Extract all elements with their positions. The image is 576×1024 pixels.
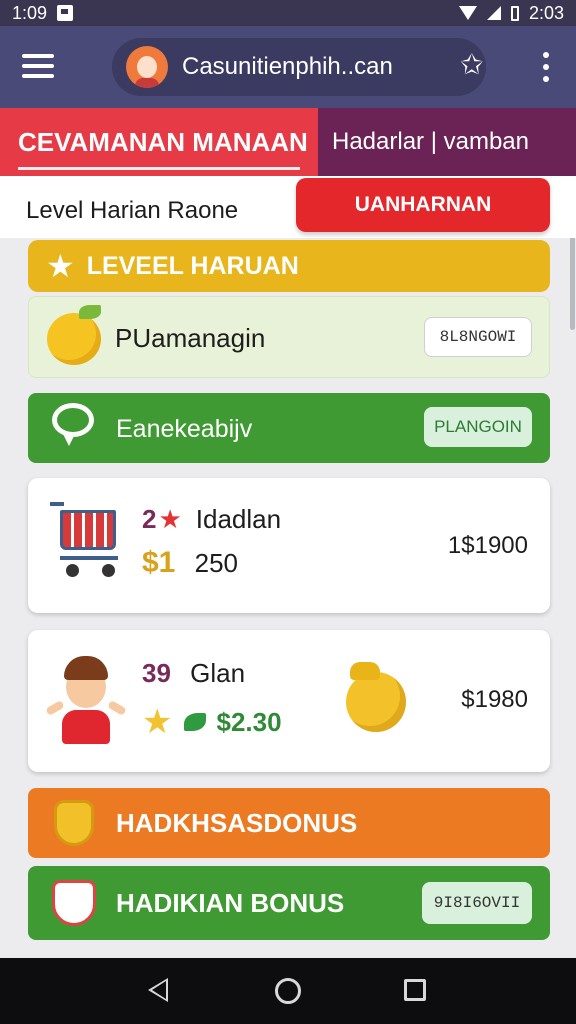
status-bar: 1:09 2:03 xyxy=(0,0,576,26)
app-bar: Casunitienphih..can ✩ xyxy=(0,26,576,108)
search-text: Casunitienphih..can xyxy=(182,53,393,80)
fruit-icon xyxy=(47,305,101,365)
yellow-star-icon: ★ xyxy=(142,703,173,741)
notification-icon xyxy=(57,5,74,21)
item-amount: $2.30 xyxy=(216,706,282,737)
red-star-icon: ★ xyxy=(158,504,182,534)
shield-icon xyxy=(54,800,94,846)
list-item[interactable]: Eanekeabijv PLANGOIN xyxy=(28,393,550,463)
leaf-icon xyxy=(184,713,207,731)
back-icon[interactable] xyxy=(148,978,168,1002)
search-bar[interactable]: Casunitienphih..can xyxy=(112,38,486,96)
chat-bubble-icon xyxy=(52,403,94,446)
bonus-label: HADKHSASDONUS xyxy=(116,808,358,838)
star-outline-icon[interactable]: ✩ xyxy=(460,48,483,81)
dollar-label: $1 xyxy=(142,546,176,579)
offer-card[interactable]: 2 ★ Idadlan $1 250 1$1900 xyxy=(28,478,550,613)
bonus-banner[interactable]: HADKHSASDONUS xyxy=(28,788,550,858)
list-item-label: Eanekeabijv xyxy=(116,415,253,443)
header-button[interactable]: UANHARNAN xyxy=(296,178,550,232)
tab-bar: CEVAMANAN MANAAN Hadarlar | vamban xyxy=(0,108,576,176)
shopping-cart-icon xyxy=(50,500,124,582)
coin-bag-icon xyxy=(346,662,406,732)
more-options-icon[interactable] xyxy=(542,52,550,82)
status-time: 1:09 xyxy=(12,2,48,23)
list-item[interactable]: PUamanagin 8L8NGOWI xyxy=(28,296,550,378)
star-icon: ★ xyxy=(46,248,75,284)
item-price: $1980 xyxy=(461,686,528,713)
item-value: 250 xyxy=(194,548,238,578)
signal-icon xyxy=(486,6,501,20)
back-menu-icon[interactable] xyxy=(22,54,54,78)
item-name: Glan xyxy=(190,658,246,688)
tab-active[interactable]: CEVAMANAN MANAAN xyxy=(0,108,318,176)
row-action-button[interactable]: PLANGOIN xyxy=(424,407,532,447)
badge-icon xyxy=(52,880,96,926)
item-count: 39 xyxy=(142,658,171,688)
bonus-banner[interactable]: HADIKIAN BONUS 9I8I6OVII xyxy=(28,866,550,940)
item-count: 2 xyxy=(142,504,157,534)
section-header: Level Harian Raone UANHARNAN xyxy=(0,176,576,238)
row-action-button[interactable]: 8L8NGOWI xyxy=(424,317,532,357)
bonus-action-button[interactable]: 9I8I6OVII xyxy=(422,882,532,924)
home-icon[interactable] xyxy=(275,978,301,1004)
offer-card[interactable]: 39 Glan ★ $2.30 $1980 xyxy=(28,630,550,772)
bonus-label: HADIKIAN BONUS xyxy=(116,888,345,918)
item-name: Idadlan xyxy=(195,504,282,534)
wifi-icon xyxy=(458,6,477,20)
battery-icon xyxy=(510,5,519,21)
status-time-right: 2:03 xyxy=(528,2,564,23)
avatar[interactable] xyxy=(126,46,168,88)
item-price: 1$1900 xyxy=(447,532,528,559)
level-banner-label: LEVEEL HARUAN xyxy=(86,251,299,280)
list-item-label: PUamanagin xyxy=(115,323,266,353)
tab-secondary[interactable]: Hadarlar | vamban xyxy=(318,108,576,176)
recent-apps-icon[interactable] xyxy=(404,979,426,1001)
system-nav-bar xyxy=(0,958,576,1024)
level-banner[interactable]: ★ LEVEEL HARUAN xyxy=(28,240,550,292)
section-title: Level Harian Raone xyxy=(26,197,239,224)
kid-avatar-icon xyxy=(44,656,128,748)
